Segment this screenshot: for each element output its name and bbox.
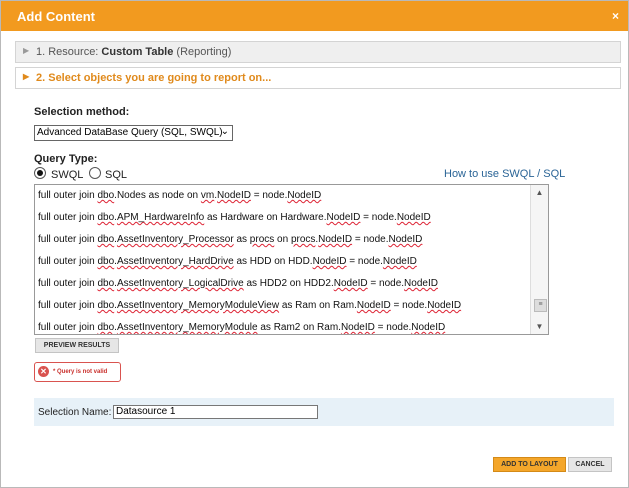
step-resource[interactable]: ▶ 1. Resource: Custom Table (Reporting): [15, 41, 621, 63]
help-link[interactable]: How to use SWQL / SQL: [444, 168, 565, 180]
cancel-button[interactable]: CANCEL: [568, 457, 612, 472]
query-line: full outer join dbo.APM_HardwareInfo as …: [38, 212, 431, 223]
selection-name-input[interactable]: Datasource 1: [113, 405, 318, 419]
add-to-layout-button[interactable]: ADD TO LAYOUT: [493, 457, 566, 472]
query-type-label: Query Type:: [34, 153, 98, 165]
selection-method-select[interactable]: Advanced DataBase Query (SQL, SWQL) ⌄: [34, 125, 233, 141]
step-resource-label: 1. Resource: Custom Table (Reporting): [36, 46, 232, 58]
radio-sql[interactable]: [89, 167, 101, 179]
radio-sql-label: SQL: [105, 169, 128, 181]
close-icon[interactable]: ×: [612, 9, 619, 23]
query-line: full outer join dbo.Nodes as node on vm.…: [38, 190, 322, 201]
x-icon: ✕: [38, 366, 49, 377]
add-content-dialog: Add Content × ▶ 1. Resource: Custom Tabl…: [0, 0, 629, 488]
query-line: full outer join dbo.AssetInventory_Memor…: [38, 322, 446, 333]
step-select-objects-label: 2. Select objects you are going to repor…: [36, 72, 272, 84]
query-textarea[interactable]: full outer join dbo.Nodes as node on vm.…: [34, 184, 549, 335]
scroll-up-icon[interactable]: ▲: [531, 185, 548, 200]
query-line: full outer join dbo.AssetInventory_Proce…: [38, 234, 423, 245]
scroll-thumb[interactable]: ≡: [534, 299, 547, 312]
selection-method-value: Advanced DataBase Query (SQL, SWQL): [37, 127, 223, 138]
selection-name-label: Selection Name:: [38, 407, 112, 418]
selection-method-label: Selection method:: [34, 106, 130, 118]
dialog-title: Add Content: [17, 9, 95, 24]
radio-swql[interactable]: [34, 167, 46, 179]
query-line: full outer join dbo.AssetInventory_HardD…: [38, 256, 417, 267]
chevron-right-icon: ▶: [23, 46, 30, 55]
query-error-badge: ✕ * Query is not valid: [34, 362, 121, 382]
scroll-down-icon[interactable]: ▼: [531, 319, 548, 334]
step-select-objects[interactable]: ▶ 2. Select objects you are going to rep…: [15, 67, 621, 89]
query-scrollbar[interactable]: ▲ ≡ ▼: [530, 185, 548, 334]
preview-results-button[interactable]: PREVIEW RESULTS: [35, 338, 119, 353]
radio-swql-label: SWQL: [51, 169, 84, 181]
dialog-titlebar: Add Content ×: [1, 1, 628, 31]
query-line: full outer join dbo.AssetInventory_Memor…: [38, 300, 462, 311]
query-error-text: * Query is not valid: [53, 369, 108, 375]
chevron-right-icon: ▶: [23, 72, 30, 81]
chevron-down-icon: ⌄: [220, 126, 229, 137]
query-line: full outer join dbo.AssetInventory_Logic…: [38, 278, 438, 289]
selection-name-panel: Selection Name: Datasource 1: [34, 398, 614, 426]
